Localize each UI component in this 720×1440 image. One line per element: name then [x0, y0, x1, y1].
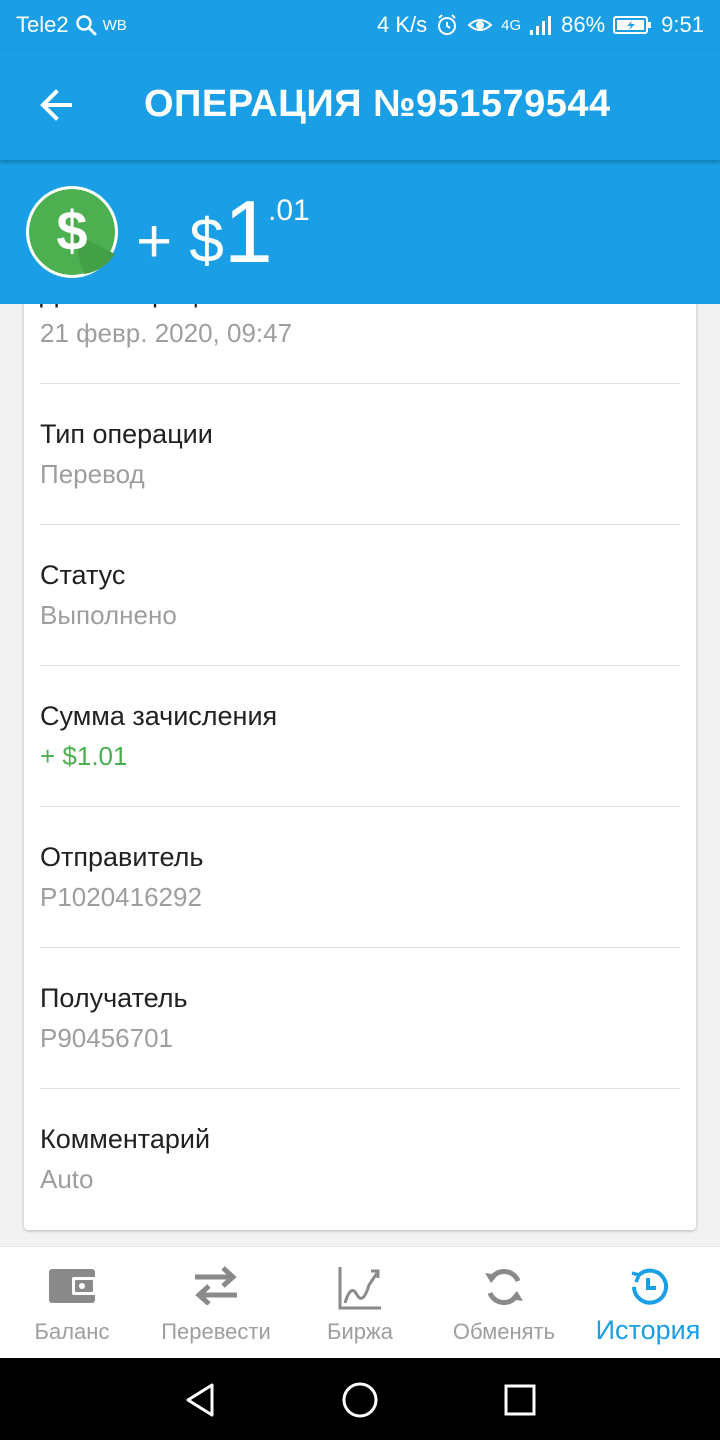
svg-text:$: $	[56, 199, 87, 262]
clock: 9:51	[661, 12, 704, 37]
status-bar: Tele2 WB 4 K/s 4G 86% 9:51	[0, 0, 720, 50]
operation-details-card: Дата операции 21 февр. 2020, 09:47 Тип о…	[24, 250, 696, 1230]
dollar-coin-icon: $	[26, 186, 118, 278]
arrow-left-icon	[40, 89, 72, 121]
network-type: 4G	[501, 16, 522, 34]
home-circle-icon[interactable]	[340, 1380, 380, 1420]
app-bar: ОПЕРАЦИЯ №951579544	[0, 50, 720, 160]
back-triangle-icon[interactable]	[180, 1380, 220, 1420]
system-navigation-bar	[0, 1358, 720, 1440]
detail-label: Комментарий	[40, 1124, 211, 1154]
amount-header: $ + $1 .01	[0, 160, 720, 304]
network-speed: 4 K/s	[376, 12, 428, 37]
amount-value: + $1	[136, 188, 273, 276]
nav-history[interactable]: История	[576, 1247, 720, 1359]
detail-label: Сумма зачисления	[40, 701, 278, 731]
detail-value: Auto	[40, 1164, 94, 1194]
eye-icon	[467, 19, 493, 31]
refresh-icon	[485, 1268, 523, 1306]
alarm-icon	[438, 14, 457, 35]
carrier-extra-label: WB	[102, 16, 127, 34]
detail-row-sender: Отправитель P1020416292	[40, 806, 680, 948]
battery-icon	[613, 16, 652, 34]
nav-label: Обменять	[452, 1319, 556, 1344]
nav-label: История	[595, 1315, 701, 1345]
bottom-navigation: Баланс Перевести Биржа Обменять История	[0, 1246, 720, 1359]
amount-cents: .01	[268, 194, 310, 227]
detail-label: Получатель	[40, 983, 188, 1013]
nav-transfer[interactable]: Перевести	[144, 1247, 288, 1359]
detail-value: 21 февр. 2020, 09:47	[40, 318, 293, 348]
nav-label: Баланс	[34, 1319, 110, 1344]
nav-exchange-market[interactable]: Биржа	[288, 1247, 432, 1359]
detail-row-amount: Сумма зачисления + $1.01	[40, 665, 680, 807]
nav-label: Перевести	[161, 1319, 271, 1344]
nav-convert[interactable]: Обменять	[432, 1247, 576, 1359]
chart-icon	[338, 1267, 381, 1310]
detail-row-type: Тип операции Перевод	[40, 383, 680, 525]
detail-row-comment: Комментарий Auto	[40, 1088, 680, 1229]
history-icon	[631, 1268, 668, 1305]
recents-square-icon[interactable]	[500, 1380, 540, 1420]
nav-label: Биржа	[327, 1319, 393, 1344]
search-icon	[75, 15, 97, 36]
detail-value-amount: + $1.01	[40, 741, 128, 771]
page-title: ОПЕРАЦИЯ №951579544	[144, 83, 611, 125]
amount-whole: 1	[223, 182, 273, 281]
detail-value: P1020416292	[40, 882, 202, 912]
signal-icon	[530, 16, 552, 35]
detail-label: Тип операции	[40, 419, 213, 449]
carrier-label: Tele2	[16, 12, 69, 37]
detail-label: Статус	[40, 560, 126, 590]
transfer-arrows-icon	[195, 1266, 237, 1305]
detail-row-status: Статус Выполнено	[40, 524, 680, 666]
nav-balance[interactable]: Баланс	[0, 1247, 144, 1359]
detail-value: Перевод	[40, 459, 145, 489]
wallet-icon	[49, 1269, 96, 1303]
detail-value: P90456701	[40, 1023, 174, 1053]
back-button[interactable]	[30, 78, 84, 132]
battery-percent: 86%	[561, 12, 606, 37]
amount-sign: + $	[136, 207, 224, 276]
detail-row-recipient: Получатель P90456701	[40, 947, 680, 1089]
detail-value: Выполнено	[40, 600, 177, 630]
detail-label: Отправитель	[40, 842, 204, 872]
